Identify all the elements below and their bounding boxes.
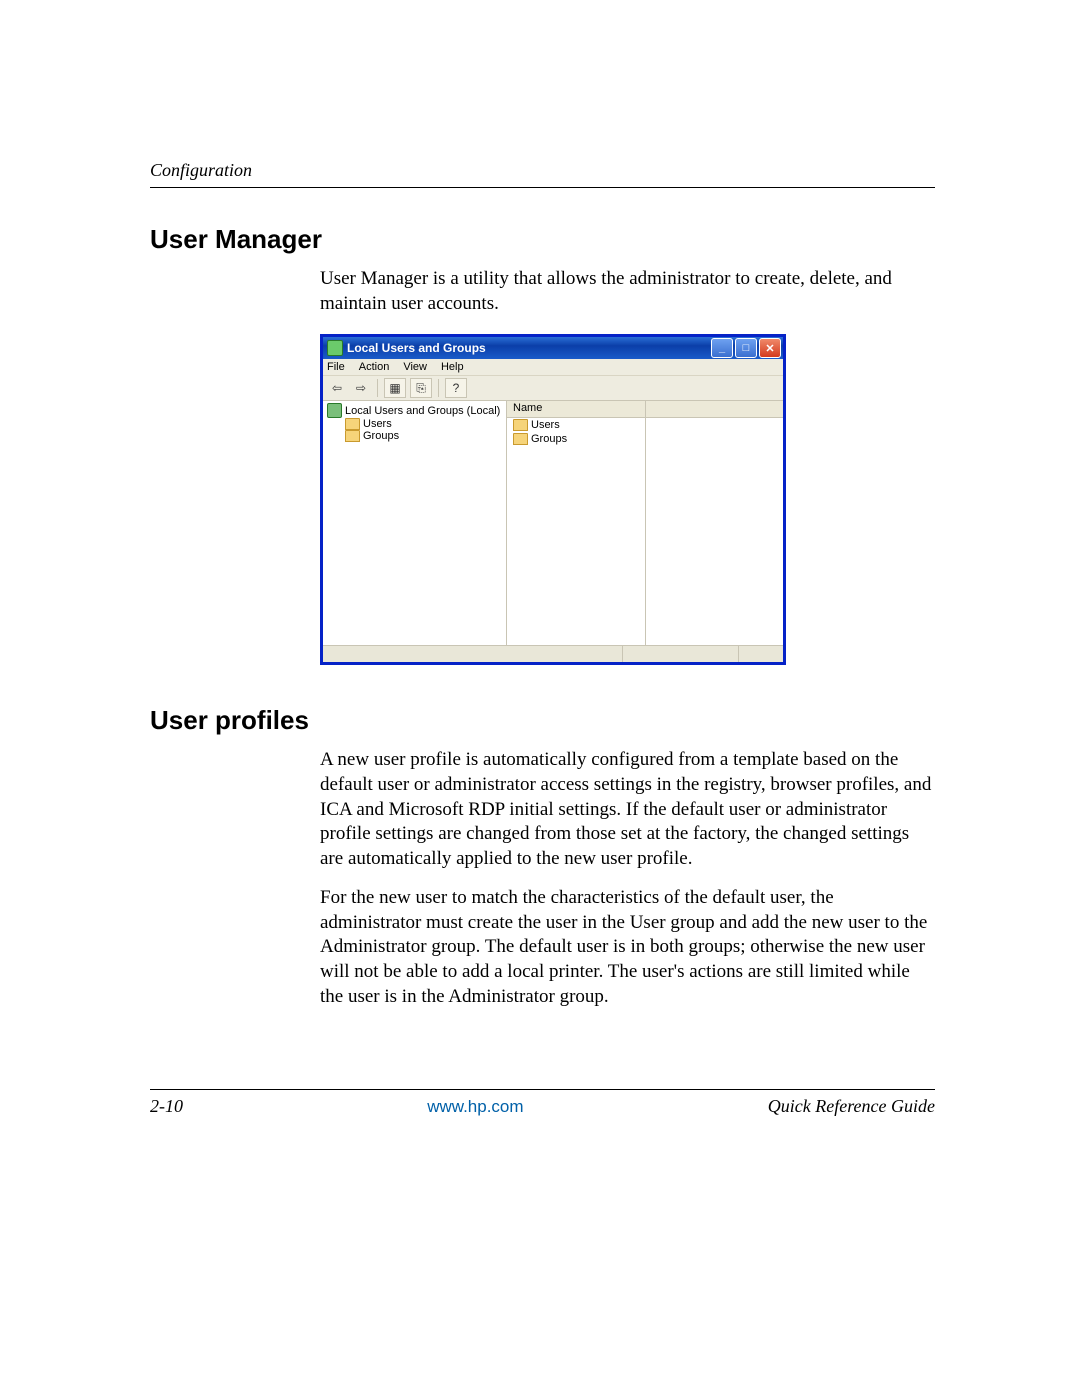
toolbar-sep [377,379,378,397]
header-section: Configuration [150,160,935,181]
list-item-groups[interactable]: Groups [507,432,645,446]
menu-file[interactable]: File [327,361,345,373]
menu-help[interactable]: Help [441,361,464,373]
footer: 2-10 www.hp.com Quick Reference Guide [150,1089,935,1117]
back-icon[interactable]: ⇦ [327,379,347,397]
menubar: File Action View Help [323,359,783,376]
tree-root[interactable]: Local Users and Groups (Local) [327,403,502,418]
window-content: Local Users and Groups (Local) Users Gro… [323,401,783,645]
folder-icon [345,430,360,442]
help-icon[interactable]: ? [445,378,467,398]
user-profiles-p2: For the new user to match the characteri… [320,886,935,1009]
folder-icon [513,433,528,445]
menu-view[interactable]: View [403,361,427,373]
titlebar: Local Users and Groups _ □ ✕ [323,337,783,359]
statusbar [323,645,783,662]
folder-icon [345,418,360,430]
export-icon[interactable]: ⎘ [410,378,432,398]
app-icon [327,340,343,356]
toolbar: ⇦ ⇨ ▦ ⎘ ? [323,376,783,401]
guide-name: Quick Reference Guide [768,1096,935,1117]
close-button[interactable]: ✕ [759,338,781,358]
window-title: Local Users and Groups [347,341,486,355]
window-local-users-groups: Local Users and Groups _ □ ✕ File Action… [320,334,786,665]
minimize-button[interactable]: _ [711,338,733,358]
snapin-icon [327,403,342,418]
heading-user-profiles: User profiles [150,705,935,736]
toolbar-sep-2 [438,379,439,397]
folder-icon [513,419,528,431]
list-pane: Name Users Groups [507,401,783,645]
heading-user-manager: User Manager [150,224,935,255]
header-rule [150,187,935,188]
page-number: 2-10 [150,1096,183,1117]
footer-url: www.hp.com [427,1097,523,1117]
user-manager-intro: User Manager is a utility that allows th… [320,267,935,316]
column-header-name[interactable]: Name [507,401,645,418]
tree-item-groups[interactable]: Groups [327,430,502,442]
maximize-button[interactable]: □ [735,338,757,358]
user-profiles-p1: A new user profile is automatically conf… [320,748,935,871]
forward-icon[interactable]: ⇨ [351,379,371,397]
menu-action[interactable]: Action [359,361,390,373]
properties-icon[interactable]: ▦ [384,378,406,398]
tree-pane: Local Users and Groups (Local) Users Gro… [323,401,507,645]
list-item-users[interactable]: Users [507,418,645,432]
column-header-empty[interactable] [646,401,784,418]
tree-item-users[interactable]: Users [327,418,502,430]
